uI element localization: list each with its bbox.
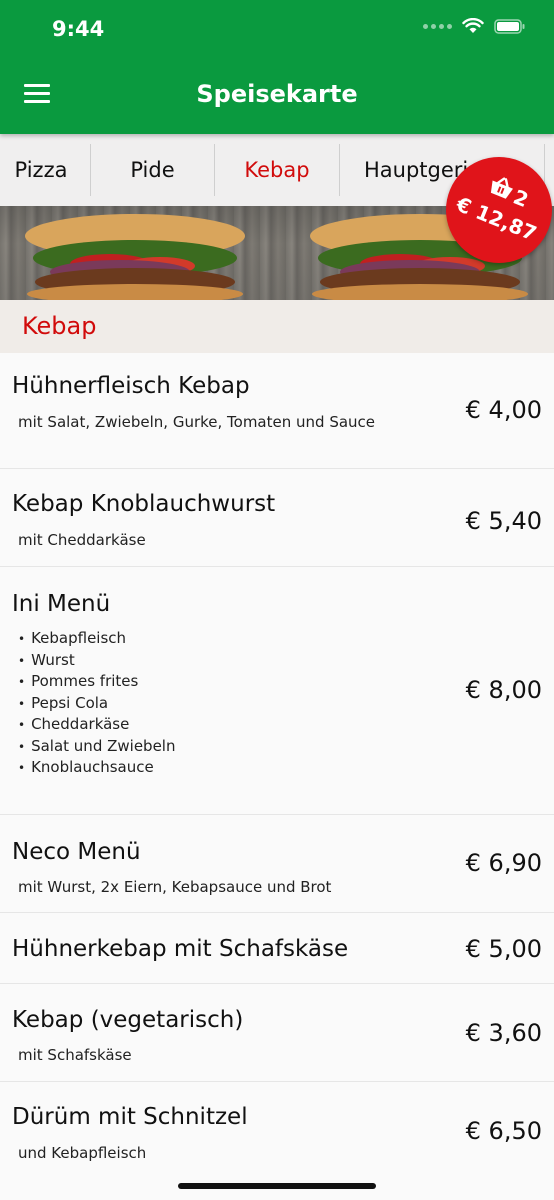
item-name: Kebap Knoblauchwurst: [12, 491, 276, 517]
status-time: 9:44: [52, 17, 105, 41]
cart-button[interactable]: 2 € 12,87: [446, 157, 552, 263]
item-description: mit Wurst, 2x Eiern, Kebapsauce und Brot: [18, 878, 332, 896]
item-bullet-list: Kebapfleisch Wurst Pommes frites Pepsi C…: [18, 628, 175, 779]
wifi-icon: [462, 18, 484, 33]
item-name: Kebap (vegetarisch): [12, 1007, 244, 1033]
bullet-item: Pommes frites: [18, 671, 175, 693]
section-title: Kebap: [22, 312, 97, 340]
item-description: mit Salat, Zwiebeln, Gurke, Tomaten und …: [18, 413, 376, 431]
menu-item[interactable]: Kebap Knoblauchwurst mit Cheddarkäse € 5…: [0, 469, 554, 567]
item-name: Hühnerkebap mit Schafskäse: [12, 936, 349, 962]
tab-label: Pizza: [14, 158, 68, 182]
item-description: mit Schafskäse: [18, 1046, 132, 1064]
status-indicators: [423, 18, 526, 34]
home-indicator[interactable]: [178, 1183, 376, 1189]
page-title: Speisekarte: [196, 80, 358, 108]
tab-pide[interactable]: Pide: [91, 144, 214, 196]
item-name: Ini Menü: [12, 591, 111, 617]
tab-label: Pide: [130, 158, 175, 182]
bullet-item: Cheddarkäse: [18, 714, 175, 736]
cart-total: € 12,87: [453, 191, 541, 246]
item-name: Dürüm mit Schnitzel: [12, 1104, 248, 1130]
item-name: Neco Menü: [12, 839, 141, 865]
item-description: mit Cheddarkäse: [18, 531, 146, 549]
item-price: € 4,00: [465, 396, 542, 424]
item-description: und Kebapfleisch: [18, 1144, 147, 1162]
bullet-item: Salat und Zwiebeln: [18, 736, 175, 758]
item-price: € 6,90: [465, 849, 542, 877]
menu-list: Hühnerfleisch Kebap mit Salat, Zwiebeln,…: [0, 353, 554, 1172]
tab-label: Kebap: [244, 158, 310, 182]
bullet-item: Knoblauchsauce: [18, 757, 175, 779]
signal-icon: [423, 23, 452, 29]
item-price: € 8,00: [465, 676, 542, 704]
tab-pizza[interactable]: Pizza: [0, 144, 90, 196]
bullet-item: Pepsi Cola: [18, 693, 175, 715]
item-price: € 3,60: [465, 1019, 542, 1047]
menu-item[interactable]: Hühnerfleisch Kebap mit Salat, Zwiebeln,…: [0, 353, 554, 469]
battery-icon: [494, 18, 525, 34]
item-name: Hühnerfleisch Kebap: [12, 373, 250, 399]
item-price: € 5,00: [465, 935, 542, 963]
item-price: € 5,40: [465, 507, 542, 535]
menu-item[interactable]: Neco Menü mit Wurst, 2x Eiern, Kebapsauc…: [0, 815, 554, 913]
bullet-item: Wurst: [18, 650, 175, 672]
menu-item[interactable]: Hühnerkebap mit Schafskäse € 5,00: [0, 913, 554, 984]
tab-kebap[interactable]: Kebap: [215, 144, 339, 196]
menu-item[interactable]: Ini Menü Kebapfleisch Wurst Pommes frite…: [0, 567, 554, 815]
app-header: 9:44 Speisekarte: [0, 0, 554, 134]
menu-item[interactable]: Dürüm mit Schnitzel und Kebapfleisch € 6…: [0, 1082, 554, 1172]
menu-item[interactable]: Kebap (vegetarisch) mit Schafskäse € 3,6…: [0, 984, 554, 1082]
item-price: € 6,50: [465, 1117, 542, 1145]
bullet-item: Kebapfleisch: [18, 628, 175, 650]
section-header: Kebap: [0, 300, 554, 353]
